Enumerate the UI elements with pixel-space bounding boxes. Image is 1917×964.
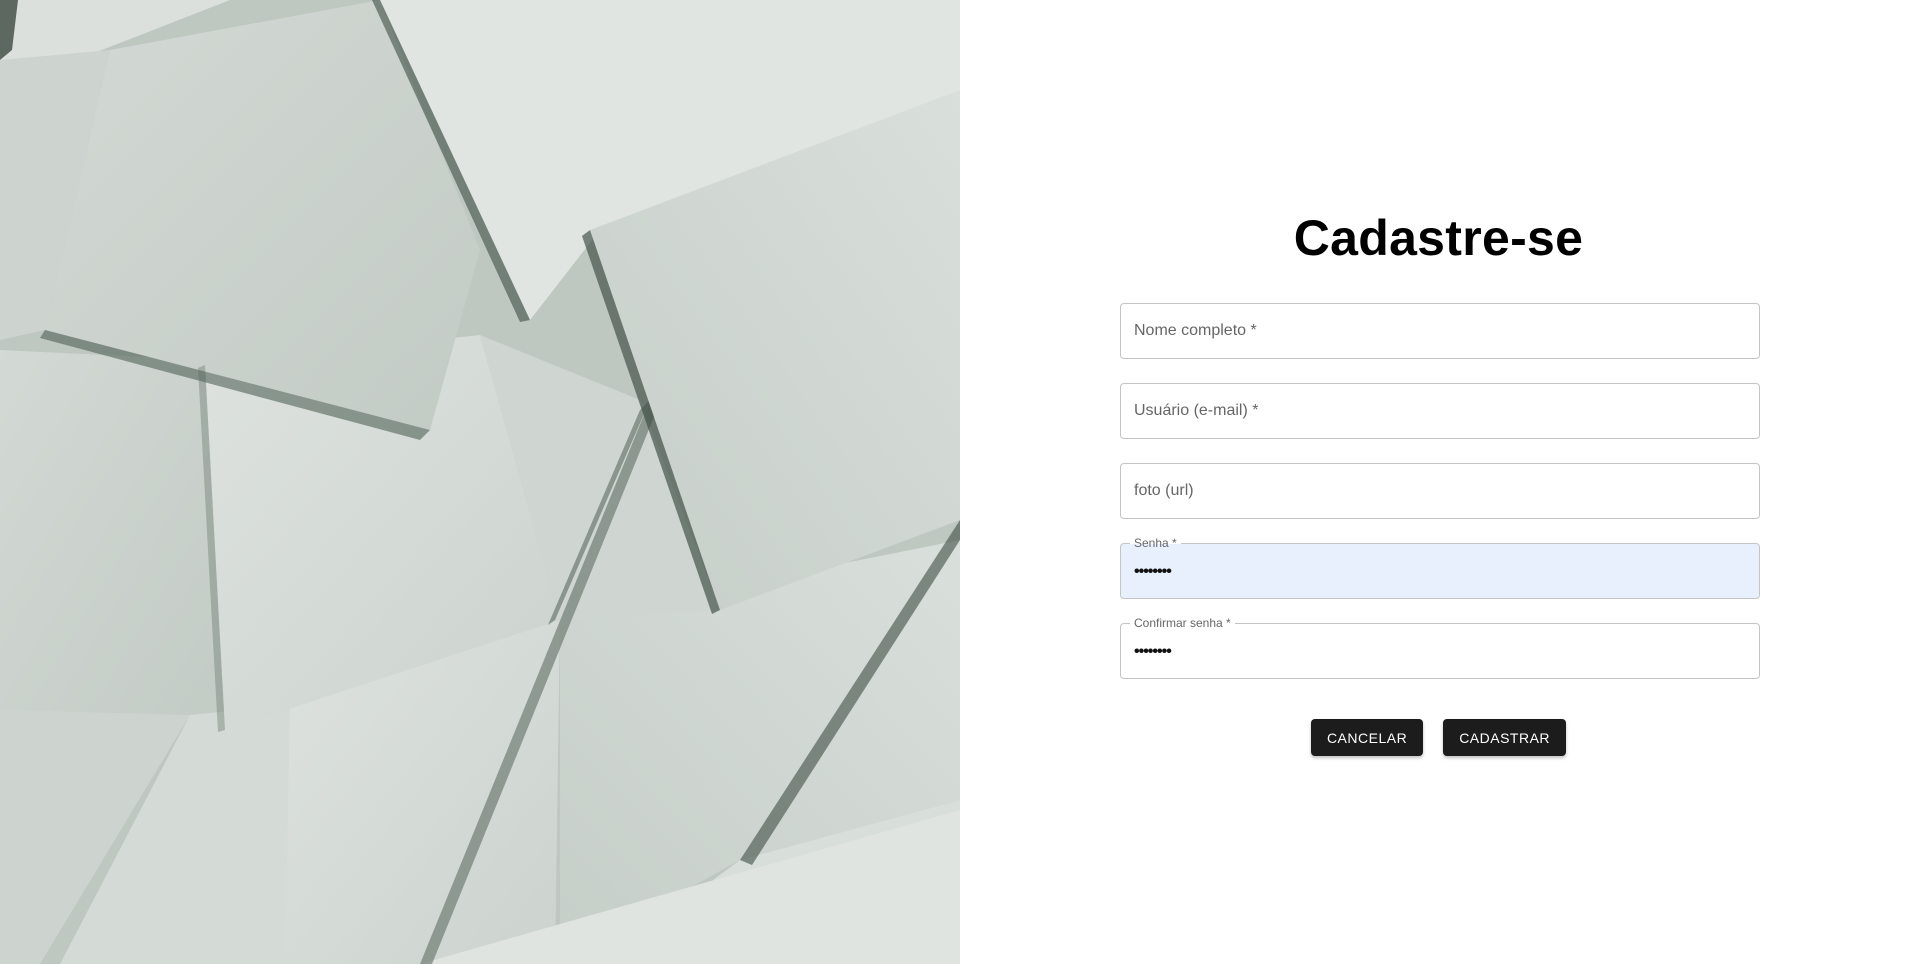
signup-form-panel: Cadastre-se Nome completo * Usuário (e-m…	[960, 0, 1917, 964]
confirm-password-value: ••••••••	[1134, 643, 1172, 660]
password-value: ••••••••	[1134, 563, 1172, 580]
full-name-field[interactable]: Nome completo *	[1120, 303, 1760, 359]
full-name-placeholder: Nome completo *	[1134, 322, 1257, 339]
email-placeholder: Usuário (e-mail) *	[1134, 402, 1259, 419]
hero-image	[0, 0, 960, 964]
form-actions: CANCELAR CADASTRAR	[960, 719, 1917, 756]
photo-url-placeholder: foto (url)	[1134, 482, 1194, 499]
signup-page: Cadastre-se Nome completo * Usuário (e-m…	[0, 0, 1917, 964]
page-title: Cadastre-se	[1293, 210, 1584, 266]
email-field[interactable]: Usuário (e-mail) *	[1120, 383, 1760, 439]
paper-sheets-illustration	[0, 0, 960, 964]
confirm-password-label: Confirmar senha *	[1130, 616, 1235, 630]
password-field[interactable]: Senha * ••••••••	[1120, 536, 1760, 599]
photo-url-field[interactable]: foto (url)	[1120, 463, 1760, 519]
confirm-password-field[interactable]: Confirmar senha * ••••••••	[1120, 616, 1760, 679]
cancel-button[interactable]: CANCELAR	[1310, 719, 1424, 756]
register-button[interactable]: CADASTRAR	[1443, 719, 1567, 756]
password-label: Senha *	[1130, 536, 1181, 550]
